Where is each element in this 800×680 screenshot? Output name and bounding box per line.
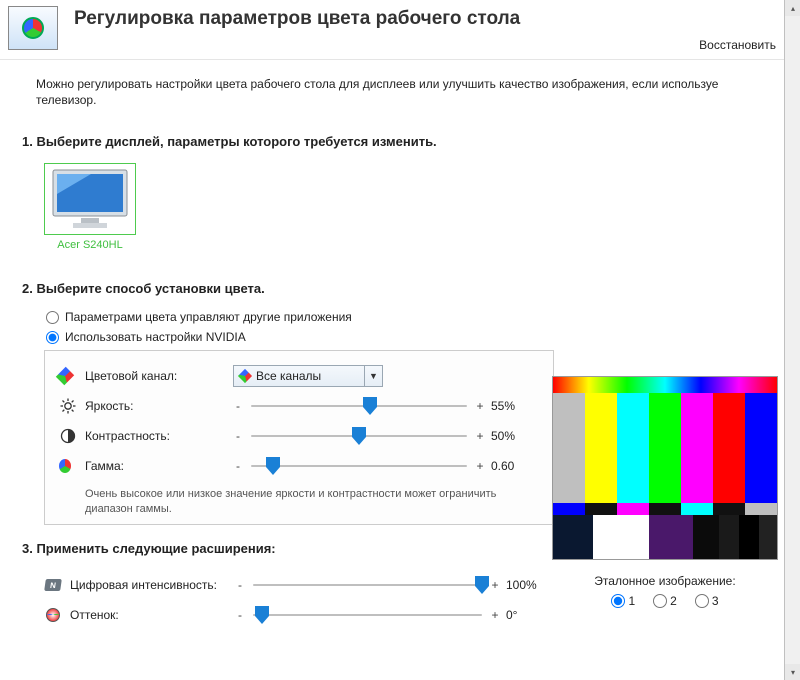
display-name-label: Acer S240HL bbox=[44, 239, 136, 251]
gamma-icon bbox=[59, 459, 77, 473]
brightness-plus: + bbox=[475, 399, 485, 413]
color-channel-label: Цветовой канал: bbox=[85, 369, 233, 383]
restore-link[interactable]: Восстановить bbox=[699, 38, 776, 52]
gamma-slider[interactable] bbox=[251, 465, 467, 467]
brightness-minus: - bbox=[233, 399, 243, 413]
brightness-slider[interactable] bbox=[251, 405, 467, 407]
radio-other-apps[interactable]: Параметрами цвета управляют другие прило… bbox=[46, 310, 740, 324]
hue-value: 0° bbox=[506, 608, 554, 622]
reference-caption: Эталонное изображение: bbox=[552, 574, 778, 588]
hue-icon bbox=[44, 607, 62, 623]
page-title: Регулировка параметров цвета рабочего ст… bbox=[74, 2, 782, 31]
digital-vibrance-slider[interactable] bbox=[253, 584, 482, 586]
contrast-label: Контрастность: bbox=[85, 429, 233, 443]
reference-image bbox=[552, 376, 778, 560]
radio-other-label: Параметрами цвета управляют другие прило… bbox=[65, 310, 352, 324]
reference-radio-1[interactable]: 1 bbox=[611, 594, 635, 608]
header-monitor-icon bbox=[8, 6, 58, 50]
vertical-scrollbar[interactable]: ▴ ▾ bbox=[784, 0, 800, 680]
reference-radio-2[interactable]: 2 bbox=[653, 594, 677, 608]
display-monitor-icon bbox=[47, 166, 133, 232]
hue-slider[interactable] bbox=[253, 614, 482, 616]
chevron-down-icon: ▼ bbox=[364, 366, 382, 386]
radio-nvidia[interactable]: Использовать настройки NVIDIA bbox=[46, 330, 740, 344]
section2-heading: 2. Выберите способ установки цвета. bbox=[22, 281, 740, 296]
section1-heading: 1. Выберите дисплей, параметры которого … bbox=[22, 134, 740, 149]
color-channel-icon bbox=[59, 369, 77, 383]
color-channel-value: Все каналы bbox=[256, 369, 321, 383]
color-channel-select[interactable]: Все каналы ▼ bbox=[233, 365, 383, 387]
gamma-label: Гамма: bbox=[85, 459, 233, 473]
intro-text: Можно регулировать настройки цвета рабоч… bbox=[36, 76, 740, 108]
digital-vibrance-value: 100% bbox=[506, 578, 554, 592]
contrast-slider[interactable] bbox=[251, 435, 467, 437]
gamma-hint: Очень высокое или низкое значение яркост… bbox=[85, 487, 539, 516]
brightness-label: Яркость: bbox=[85, 399, 233, 413]
hue-label: Оттенок: bbox=[70, 608, 235, 622]
gamma-value: 0.60 bbox=[491, 459, 539, 473]
digital-vibrance-icon: N bbox=[44, 579, 62, 591]
digital-vibrance-label: Цифровая интенсивность: bbox=[70, 578, 235, 592]
display-item[interactable]: Acer S240HL bbox=[44, 163, 136, 251]
scroll-up-button[interactable]: ▴ bbox=[785, 0, 800, 16]
radio-nvidia-label: Использовать настройки NVIDIA bbox=[65, 330, 246, 344]
reference-radio-3[interactable]: 3 bbox=[695, 594, 719, 608]
contrast-value: 50% bbox=[491, 429, 539, 443]
color-settings-panel: Цветовой канал: Все каналы ▼ Яркость: - bbox=[44, 350, 554, 525]
brightness-icon bbox=[59, 398, 77, 414]
scroll-down-button[interactable]: ▾ bbox=[785, 664, 800, 680]
brightness-value: 55% bbox=[491, 399, 539, 413]
contrast-icon bbox=[59, 428, 77, 444]
